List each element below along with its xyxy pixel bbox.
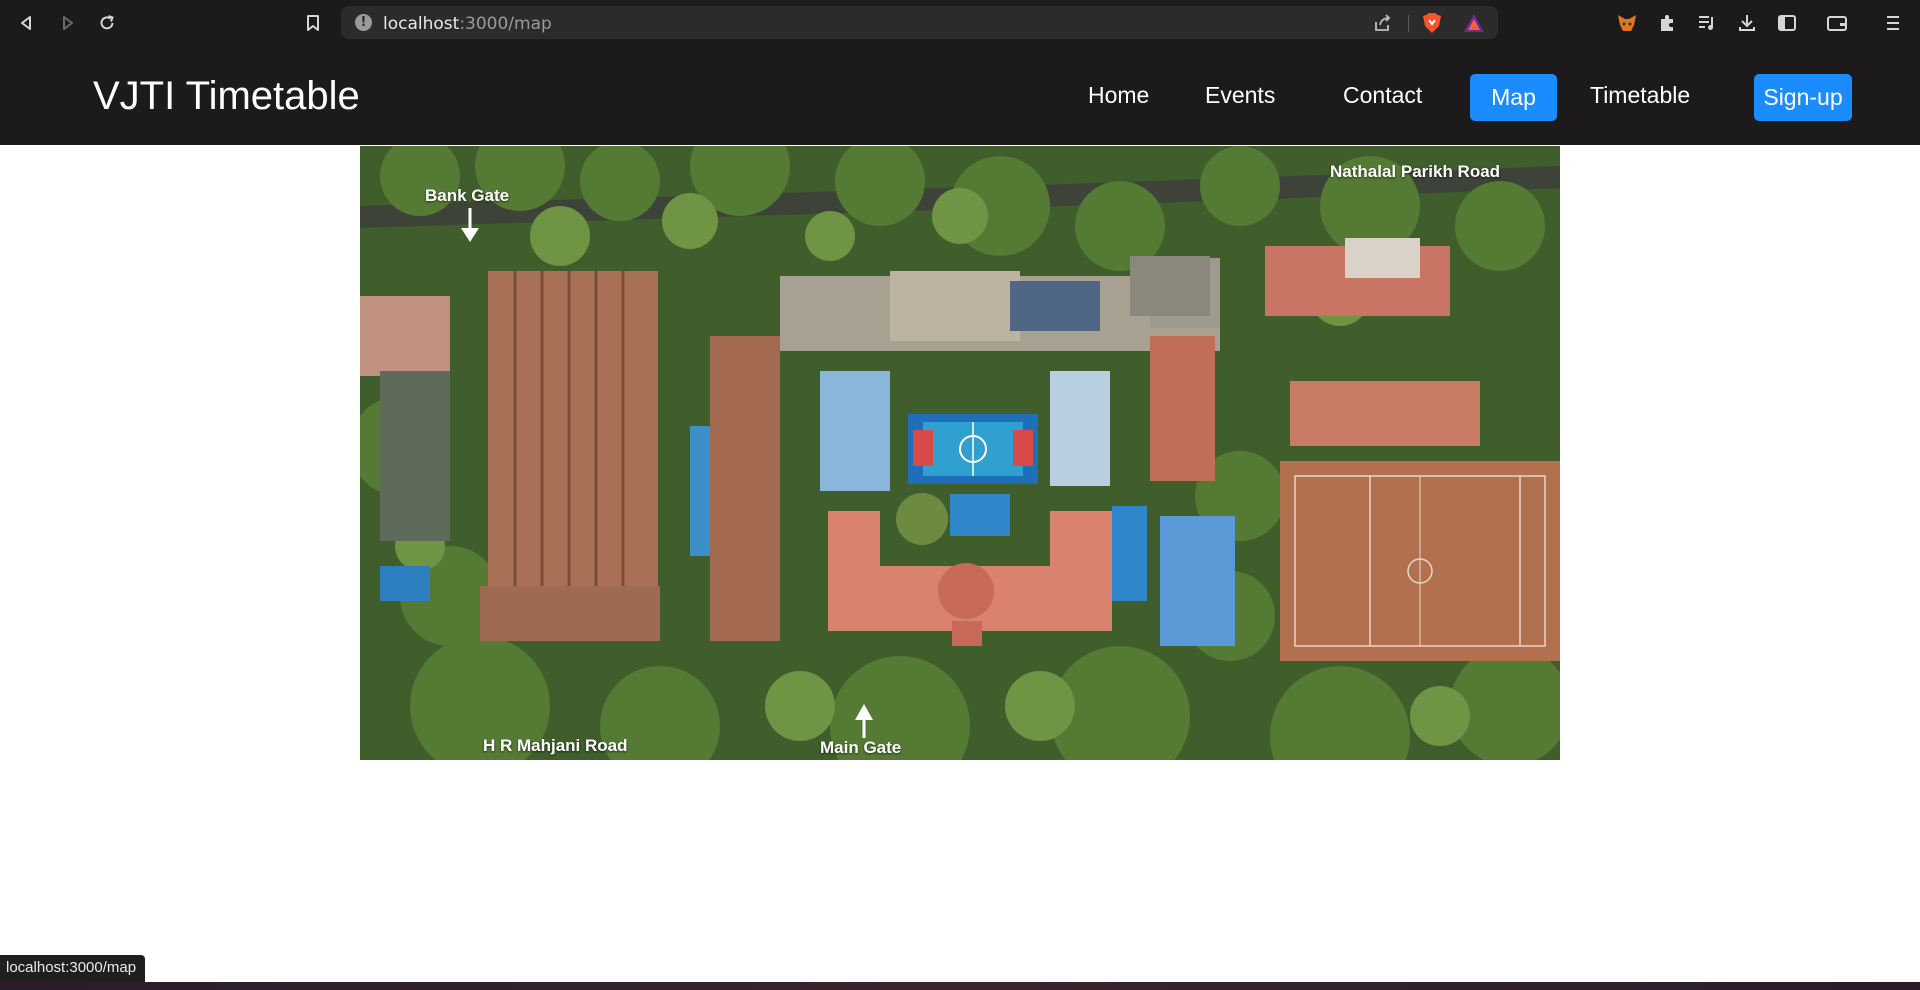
url-separator	[1408, 15, 1409, 32]
menu-icon[interactable]	[1881, 11, 1905, 35]
share-icon[interactable]	[1373, 13, 1393, 33]
metamask-icon[interactable]	[1615, 11, 1639, 35]
nav-timetable[interactable]: Timetable	[1590, 82, 1690, 109]
url-path: :3000/map	[459, 14, 552, 34]
back-icon[interactable]	[15, 11, 39, 35]
campus-map-image: Bank Gate Nathalal Parikh Road H R Mahja…	[360, 146, 1560, 760]
bank-gate-label: Bank Gate	[425, 186, 510, 205]
campus-aerial-illustration	[360, 146, 1560, 760]
extensions-icon[interactable]	[1655, 11, 1679, 35]
site-brand[interactable]: VJTI Timetable	[93, 74, 360, 119]
nav-home[interactable]: Home	[1088, 82, 1149, 109]
wallet-icon[interactable]	[1825, 11, 1849, 35]
site-navbar: VJTI Timetable Home Events Contact Map T…	[0, 46, 1920, 145]
url-host: localhost	[383, 14, 460, 34]
taskbar-strip	[0, 982, 1920, 990]
address-bar[interactable]: ! localhost:3000/map	[341, 6, 1498, 39]
nathalal-road-label: Nathalal Parikh Road	[1330, 162, 1501, 181]
reload-icon[interactable]	[95, 11, 119, 35]
nav-map-active[interactable]: Map	[1470, 74, 1557, 121]
nav-contact[interactable]: Contact	[1343, 82, 1422, 109]
url-text[interactable]: localhost:3000/map	[383, 14, 552, 34]
bookmark-icon[interactable]	[301, 11, 325, 35]
brave-rewards-icon[interactable]	[1463, 13, 1485, 33]
playlist-icon[interactable]	[1695, 11, 1719, 35]
download-icon[interactable]	[1735, 11, 1759, 35]
brave-shields-icon[interactable]	[1422, 12, 1442, 34]
link-status-bubble: localhost:3000/map	[0, 955, 146, 982]
browser-toolbar: ! localhost:3000/map	[0, 0, 1920, 46]
main-gate-label: Main Gate	[820, 738, 902, 757]
hr-mahjani-road-label: H R Mahjani Road	[483, 736, 628, 755]
sidebar-icon[interactable]	[1775, 11, 1799, 35]
site-info-icon[interactable]: !	[355, 14, 372, 31]
nav-events[interactable]: Events	[1205, 82, 1275, 109]
signup-button[interactable]: Sign-up	[1754, 74, 1852, 121]
forward-icon[interactable]	[55, 11, 79, 35]
